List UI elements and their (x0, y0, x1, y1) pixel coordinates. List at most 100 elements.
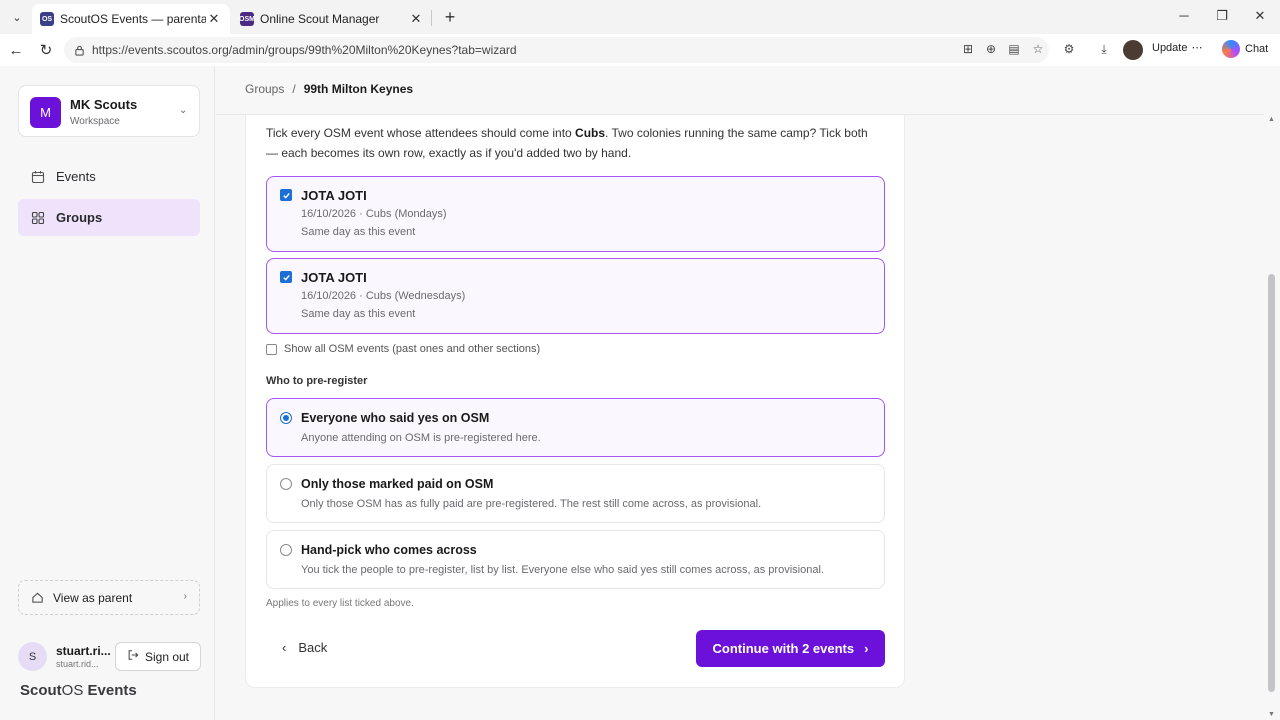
scroll-up-arrow-icon[interactable]: ▲ (1268, 116, 1275, 123)
option-title: Everyone who said yes on OSM (301, 411, 490, 425)
calendar-icon (30, 169, 46, 185)
sidebar-item-events[interactable]: Events (18, 158, 200, 195)
reading-view-icon[interactable]: ▤ (1006, 41, 1022, 57)
continue-label: Continue with 2 events (712, 641, 855, 656)
app-root: M MK Scouts Workspace ⌄ Events Groups Vi… (0, 66, 1280, 720)
reload-icon[interactable]: ↻ (36, 40, 56, 60)
url-text: https://events.scoutos.org/admin/groups/… (92, 43, 517, 57)
back-label: Back (298, 640, 328, 655)
workspace-avatar: M (30, 97, 61, 128)
sidebar: M MK Scouts Workspace ⌄ Events Groups Vi… (0, 66, 215, 720)
option-description: Anyone attending on OSM is pre-registere… (301, 432, 541, 444)
downloads-icon[interactable]: ⤓ (1096, 41, 1112, 57)
view-as-parent-label: View as parent (53, 590, 133, 605)
browser-tab-bar: ⌄ OS ScoutOS Events — parental permi ✕ O… (0, 0, 1280, 34)
breadcrumb-current: 99th Milton Keynes (303, 82, 414, 96)
event-title: JOTA JOTI (301, 270, 367, 285)
option-radio[interactable] (280, 478, 292, 490)
new-tab-plus-icon[interactable]: + (440, 7, 460, 27)
scoutos-favicon-icon: OS (40, 12, 54, 26)
event-date: 16/10/2026 · Cubs (Wednesdays) (301, 290, 466, 302)
tab-divider (431, 10, 432, 26)
preregister-option-paid[interactable]: Only those marked paid on OSM Only those… (266, 464, 885, 523)
event-note: Same day as this event (301, 226, 416, 238)
sign-out-button[interactable]: Sign out (115, 642, 201, 671)
wizard-card: Tick every OSM event whose attendees sho… (245, 115, 905, 688)
intro-text: Tick every OSM event whose attendees sho… (266, 126, 576, 140)
address-bar[interactable]: https://events.scoutos.org/admin/groups/… (64, 37, 1049, 63)
event-date: 16/10/2026 · Cubs (Mondays) (301, 208, 447, 220)
show-all-osm-events-toggle[interactable]: Show all OSM events (past ones and other… (266, 343, 540, 355)
preregister-option-handpick[interactable]: Hand-pick who comes across You tick the … (266, 530, 885, 589)
tab-title: Online Scout Manager (260, 12, 380, 26)
app-install-icon[interactable]: ⊞ (960, 41, 976, 57)
back-arrow-icon[interactable]: ← (6, 40, 26, 60)
continue-button[interactable]: Continue with 2 events › (696, 630, 885, 667)
option-radio[interactable] (280, 544, 292, 556)
chevron-right-icon: › (183, 591, 187, 602)
chevron-left-icon: ‹ (282, 640, 287, 655)
minimize-icon[interactable]: ─ (1174, 8, 1194, 23)
browser-tab-scoutos[interactable]: OS ScoutOS Events — parental permi ✕ (32, 4, 230, 34)
close-tab-icon[interactable]: ✕ (206, 11, 222, 27)
workspace-switcher[interactable]: M MK Scouts Workspace ⌄ (18, 85, 200, 137)
zoom-icon[interactable]: ⊕ (983, 41, 999, 57)
preregister-heading: Who to pre-register (266, 375, 368, 387)
option-title: Hand-pick who comes across (301, 543, 477, 557)
option-description: You tick the people to pre-register, lis… (301, 564, 824, 576)
page-scrollbar[interactable]: ▲ ▼ (1264, 114, 1280, 720)
event-title: JOTA JOTI (301, 188, 367, 203)
brand-part: Events (83, 682, 137, 699)
sign-out-icon (127, 649, 139, 664)
preregister-option-everyone[interactable]: Everyone who said yes on OSM Anyone atte… (266, 398, 885, 457)
favorite-star-icon[interactable]: ☆ (1030, 41, 1046, 57)
show-all-label: Show all OSM events (past ones and other… (284, 343, 541, 355)
event-note: Same day as this event (301, 308, 416, 320)
user-email: stuart.rid... (56, 659, 99, 669)
copilot-chat-button[interactable]: Chat (1222, 40, 1268, 58)
grid-icon (30, 210, 46, 226)
breadcrumb: Groups / 99th Milton Keynes (245, 82, 413, 96)
restore-icon[interactable]: ❐ (1212, 8, 1232, 24)
close-tab-icon[interactable]: ✕ (408, 11, 424, 27)
chevron-down-icon: ⌄ (179, 105, 188, 116)
user-name: stuart.ri... (56, 644, 111, 658)
main-content: Groups / 99th Milton Keynes Tick every O… (216, 66, 1264, 720)
sidebar-item-label: Groups (56, 210, 103, 225)
update-button[interactable]: Update ⋯ (1152, 41, 1203, 55)
osm-event-option[interactable]: JOTA JOTI 16/10/2026 · Cubs (Wednesdays)… (266, 258, 885, 334)
event-checkbox[interactable] (280, 189, 292, 201)
view-as-parent-button[interactable]: View as parent › (18, 580, 200, 615)
close-window-icon[interactable]: ✕ (1250, 8, 1270, 24)
applies-note: Applies to every list ticked above. (266, 598, 414, 609)
browser-tab-osm[interactable]: OSM Online Scout Manager ✕ (232, 4, 432, 34)
option-description: Only those OSM has as fully paid are pre… (301, 498, 762, 510)
sign-out-label: Sign out (144, 649, 190, 664)
intro-section-name: Cubs (575, 126, 606, 140)
site-info-icon[interactable] (72, 43, 86, 57)
chat-label: Chat (1245, 43, 1269, 55)
wizard-intro: Tick every OSM event whose attendees sho… (266, 123, 876, 163)
osm-event-option[interactable]: JOTA JOTI 16/10/2026 · Cubs (Mondays) Sa… (266, 176, 885, 252)
option-radio[interactable] (280, 412, 292, 424)
breadcrumb-groups-link[interactable]: Groups (245, 82, 284, 96)
back-button[interactable]: ‹ Back (282, 640, 327, 655)
option-title: Only those marked paid on OSM (301, 477, 494, 491)
user-avatar: S (18, 642, 47, 671)
scroll-down-arrow-icon[interactable]: ▼ (1268, 711, 1275, 718)
update-label: Update (1152, 41, 1188, 54)
breadcrumb-separator: / (292, 82, 296, 96)
more-dots-icon: ⋯ (1191, 42, 1203, 54)
profile-avatar[interactable] (1123, 40, 1143, 60)
brand-logo: ScoutOS Events (20, 682, 137, 699)
show-all-checkbox[interactable] (266, 343, 277, 355)
tab-list-chevron-icon[interactable]: ⌄ (6, 6, 28, 28)
osm-favicon-icon: OSM (239, 12, 255, 26)
event-checkbox[interactable] (280, 271, 292, 283)
workspace-name: MK Scouts (70, 97, 138, 112)
home-icon (31, 591, 45, 605)
scrollbar-thumb[interactable] (1268, 274, 1275, 692)
browser-nav-bar: ← ↻ https://events.scoutos.org/admin/gro… (0, 34, 1280, 66)
extensions-icon[interactable]: ⚙ (1061, 41, 1077, 57)
sidebar-item-groups[interactable]: Groups (18, 199, 200, 236)
